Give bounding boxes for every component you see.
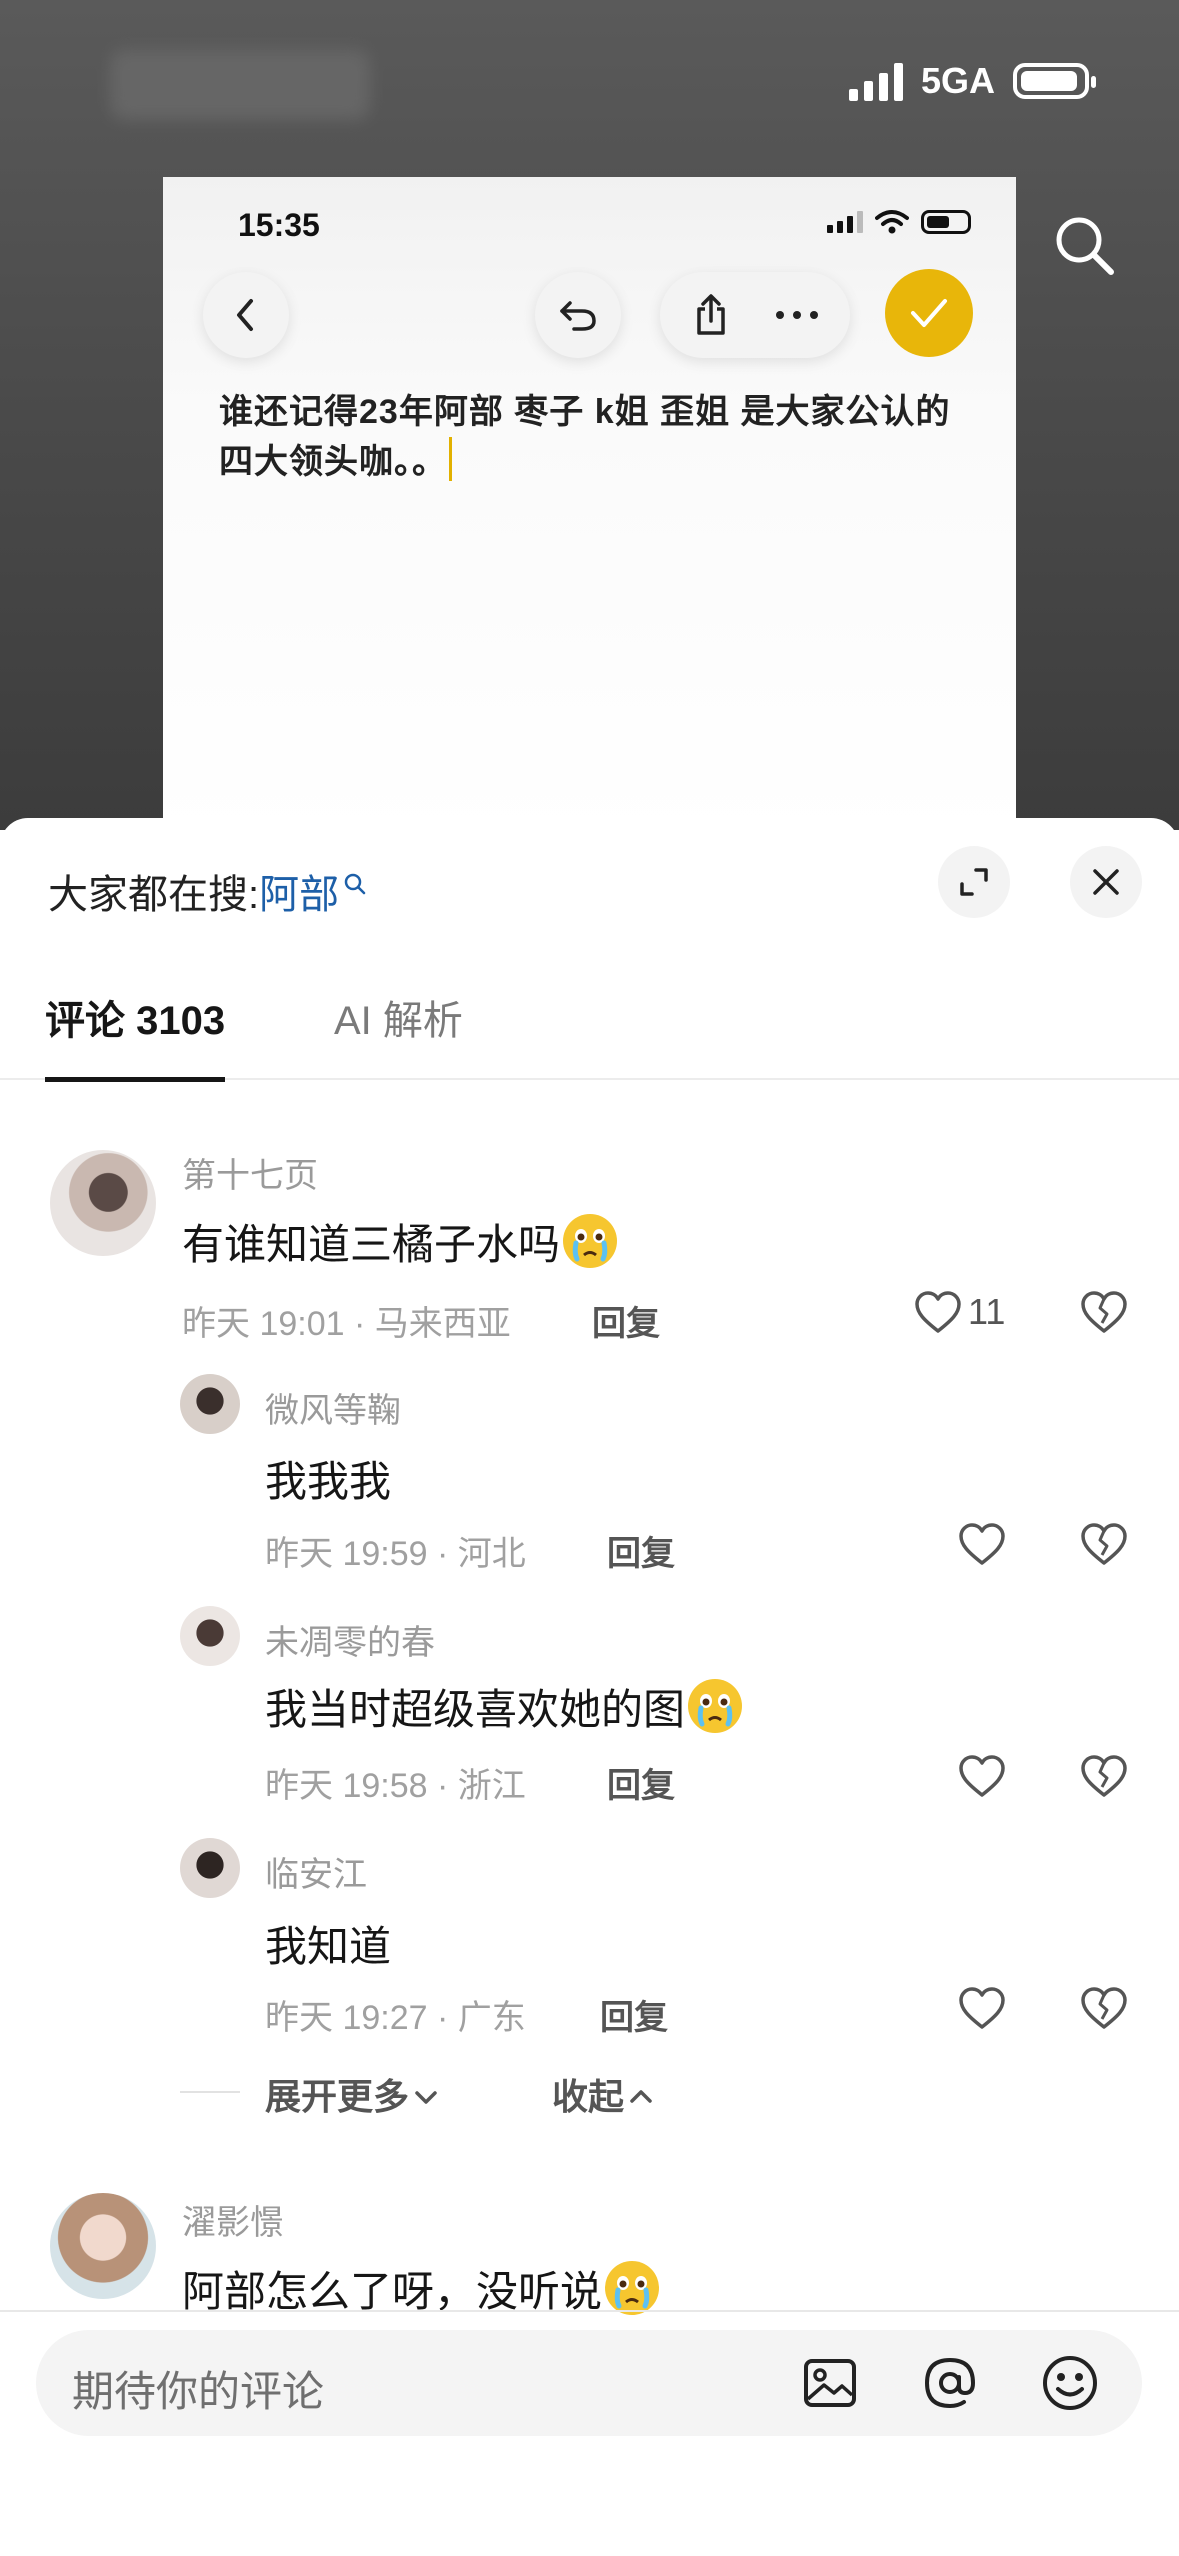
card-status-icons bbox=[827, 209, 971, 235]
trending-search[interactable]: 大家都在搜:阿部 bbox=[48, 862, 367, 920]
like-button[interactable]: 11 bbox=[914, 1290, 1005, 1334]
dislike-broken-heart-icon[interactable] bbox=[1080, 1754, 1128, 1798]
comment-username[interactable]: 临安江 bbox=[265, 1847, 367, 1896]
comment-text: 我我我 bbox=[265, 1458, 392, 1505]
reply-button[interactable]: 回复 bbox=[600, 1990, 668, 2039]
chevron-left-icon bbox=[237, 299, 253, 331]
expand-more-button[interactable]: 展开更多 bbox=[265, 2068, 439, 2120]
post-text: 谁还记得23年阿部 枣子 k姐 歪姐 是大家公认的四大领头咖。。 bbox=[219, 393, 951, 481]
comment-text: 我知道 bbox=[265, 1923, 392, 1970]
chevron-up-icon bbox=[630, 2090, 652, 2103]
comment-tabs: 评论 3103 AI 解析 bbox=[0, 988, 1179, 1082]
input-divider bbox=[0, 2310, 1179, 2312]
expand-icon bbox=[960, 868, 988, 896]
trending-search-keyword[interactable]: 阿部 bbox=[259, 873, 339, 917]
close-icon bbox=[1093, 869, 1119, 895]
dislike-broken-heart-icon[interactable] bbox=[1080, 1986, 1128, 2030]
heart-outline-icon bbox=[915, 1291, 961, 1333]
expand-sheet-button[interactable] bbox=[938, 846, 1010, 918]
reply-button[interactable]: 回复 bbox=[592, 1296, 660, 1345]
checkmark-icon bbox=[911, 299, 947, 327]
card-share-more-group bbox=[660, 272, 850, 358]
undo-icon bbox=[560, 301, 596, 331]
signal-icon bbox=[848, 61, 903, 101]
emoji-smile-icon[interactable] bbox=[1040, 2353, 1100, 2413]
post-image-card: 15:35 谁还记得23年阿部 枣子 k姐 歪姐 是大家公认的四大领头咖。。 bbox=[163, 177, 1016, 837]
heart-outline-icon[interactable] bbox=[958, 1522, 1006, 1566]
avatar[interactable] bbox=[50, 1150, 156, 1256]
crying-face-emoji-icon bbox=[688, 1679, 743, 1733]
card-note-text: 谁还记得23年阿部 枣子 k姐 歪姐 是大家公认的四大领头咖。。 bbox=[219, 387, 979, 487]
comment-username[interactable]: 第十七页 bbox=[182, 1148, 318, 1197]
comment-sheet: 大家都在搜:阿部 评论 3103 AI 解析 第十七页 有谁知道三橘子水吗 昨天… bbox=[0, 818, 1179, 2556]
share-icon bbox=[697, 294, 725, 335]
card-signal-icon bbox=[827, 211, 863, 233]
heart-outline-icon[interactable] bbox=[958, 1986, 1006, 2030]
collapse-label: 收起 bbox=[552, 2076, 625, 2117]
battery-icon bbox=[1013, 63, 1096, 99]
comment-username[interactable]: 微风等鞠 bbox=[265, 1383, 401, 1432]
crying-face-emoji-icon bbox=[605, 2261, 660, 2315]
card-back-button bbox=[203, 272, 289, 358]
comment-text: 我当时超级喜欢她的图 bbox=[265, 1676, 745, 1737]
comment-meta: 昨天 19:59 · 河北 bbox=[265, 1535, 526, 1573]
blurred-caption bbox=[110, 50, 370, 120]
comment-meta: 昨天 19:01 · 马来西亚 bbox=[182, 1305, 511, 1343]
avatar[interactable] bbox=[50, 2193, 156, 2299]
avatar[interactable] bbox=[180, 1606, 240, 1666]
expand-divider bbox=[180, 2091, 240, 2093]
comment-username[interactable]: 未凋零的春 bbox=[265, 1615, 435, 1664]
comment-meta: 昨天 19:58 · 浙江 bbox=[265, 1767, 526, 1805]
reply-button[interactable]: 回复 bbox=[607, 1758, 675, 1807]
like-count: 11 bbox=[968, 1291, 1006, 1332]
tab-ai-analysis[interactable]: AI 解析 bbox=[334, 988, 463, 1080]
collapse-button[interactable]: 收起 bbox=[552, 2068, 654, 2120]
card-battery-icon bbox=[921, 210, 971, 234]
card-clock: 15:35 bbox=[238, 207, 320, 243]
avatar[interactable] bbox=[180, 1838, 240, 1898]
comment-input[interactable]: 期待你的评论 bbox=[72, 2358, 324, 2419]
close-sheet-button[interactable] bbox=[1070, 846, 1142, 918]
comment-input-bar[interactable]: 期待你的评论 bbox=[36, 2330, 1142, 2436]
comment-meta: 昨天 19:27 · 广东 bbox=[265, 1999, 526, 2037]
trending-search-prefix: 大家都在搜: bbox=[48, 873, 260, 917]
image-icon[interactable] bbox=[800, 2353, 860, 2413]
reply-button[interactable]: 回复 bbox=[607, 1526, 675, 1575]
more-dots-icon bbox=[776, 311, 818, 319]
comment-text-body: 阿部怎么了呀，没听说 bbox=[182, 2268, 603, 2315]
heart-outline-icon[interactable] bbox=[958, 1754, 1006, 1798]
search-icon[interactable] bbox=[1049, 210, 1119, 280]
expand-more-label: 展开更多 bbox=[265, 2076, 410, 2117]
card-done-button bbox=[885, 269, 973, 357]
comment-text-body: 我当时超级喜欢她的图 bbox=[265, 1686, 686, 1733]
text-caret bbox=[449, 437, 452, 481]
dislike-broken-heart-icon[interactable] bbox=[1080, 1290, 1128, 1334]
crying-face-emoji-icon bbox=[563, 1214, 618, 1268]
status-bar: 5GA bbox=[848, 60, 1096, 102]
dislike-broken-heart-icon[interactable] bbox=[1080, 1522, 1128, 1566]
tab-comments[interactable]: 评论 3103 bbox=[45, 988, 226, 1082]
comment-text-body: 有谁知道三橘子水吗 bbox=[182, 1221, 561, 1268]
avatar[interactable] bbox=[180, 1374, 240, 1434]
card-wifi-icon bbox=[875, 210, 909, 234]
mention-at-icon[interactable] bbox=[920, 2353, 980, 2413]
card-undo-button bbox=[535, 272, 621, 358]
network-type: 5GA bbox=[920, 60, 995, 101]
comment-username[interactable]: 濯影憬 bbox=[182, 2195, 284, 2244]
chevron-down-icon bbox=[415, 2091, 437, 2104]
comment-text: 有谁知道三橘子水吗 bbox=[182, 1211, 620, 1272]
search-small-icon bbox=[344, 873, 366, 895]
